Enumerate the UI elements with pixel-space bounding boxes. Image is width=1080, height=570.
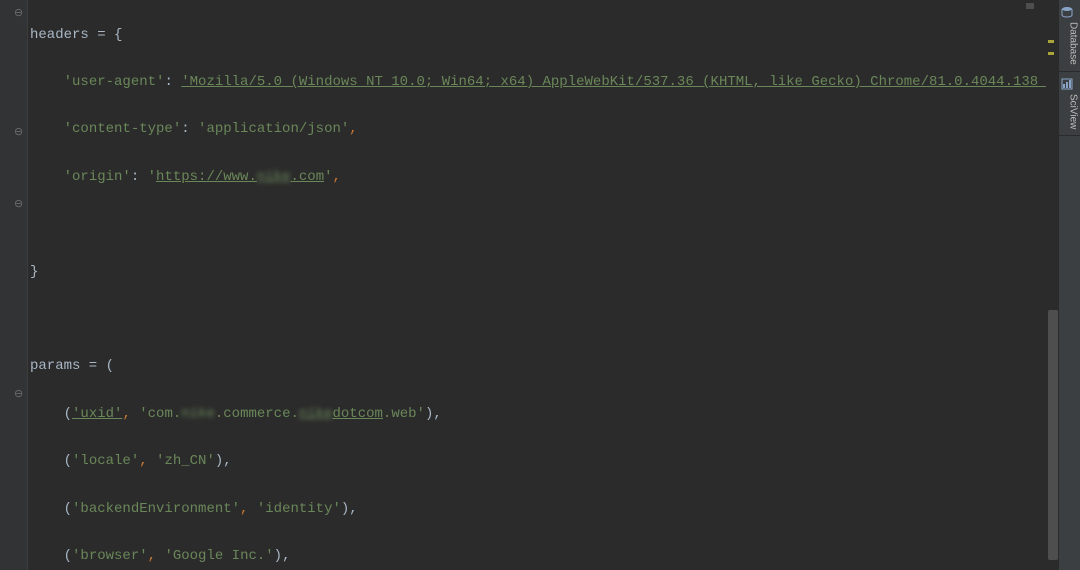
- tuple-key: 'locale': [72, 453, 139, 469]
- code-text: headers = {: [30, 27, 122, 43]
- database-icon: [1067, 6, 1079, 18]
- sciview-icon: [1067, 78, 1079, 90]
- code-text: params = (: [30, 358, 114, 374]
- scrollbar-thumb[interactable]: [1048, 310, 1058, 560]
- tool-tab-label: Database: [1061, 22, 1080, 65]
- dict-key: 'content-type': [64, 121, 182, 137]
- sciview-tool-tab[interactable]: SciView: [1059, 72, 1080, 136]
- redacted-text: nike: [257, 169, 291, 185]
- fold-icon[interactable]: ⊖: [14, 122, 24, 132]
- string-value: 'Mozilla/5.0 (Windows NT 10.0; Win64; x6…: [181, 74, 1055, 90]
- fold-icon[interactable]: ⊖: [14, 3, 24, 13]
- tuple-key: 'browser': [72, 548, 148, 564]
- tuple-key: 'backendEnvironment': [72, 501, 240, 517]
- dict-key: 'origin': [64, 169, 131, 185]
- warning-marker[interactable]: [1048, 40, 1054, 43]
- redacted-text: nike: [181, 406, 215, 422]
- tuple-key: 'uxid': [72, 406, 122, 422]
- editor-gutter: ⊖ ⊖ ⊖ ⊖: [0, 0, 28, 570]
- code-editor[interactable]: headers = { 'user-agent': 'Mozilla/5.0 (…: [30, 0, 1055, 570]
- tool-tab-label: SciView: [1061, 94, 1080, 129]
- redacted-text: nike: [299, 406, 333, 422]
- fold-icon[interactable]: ⊖: [14, 384, 24, 394]
- dict-key: 'user-agent': [64, 74, 165, 90]
- scrollbar-marker: [1026, 3, 1034, 9]
- database-tool-tab[interactable]: Database: [1059, 0, 1080, 72]
- brace-close: }: [30, 264, 38, 280]
- right-tool-strip: Database SciView: [1058, 0, 1080, 570]
- warning-marker[interactable]: [1048, 52, 1054, 55]
- fold-icon[interactable]: ⊖: [14, 194, 24, 204]
- string-value: 'application/json': [198, 121, 349, 137]
